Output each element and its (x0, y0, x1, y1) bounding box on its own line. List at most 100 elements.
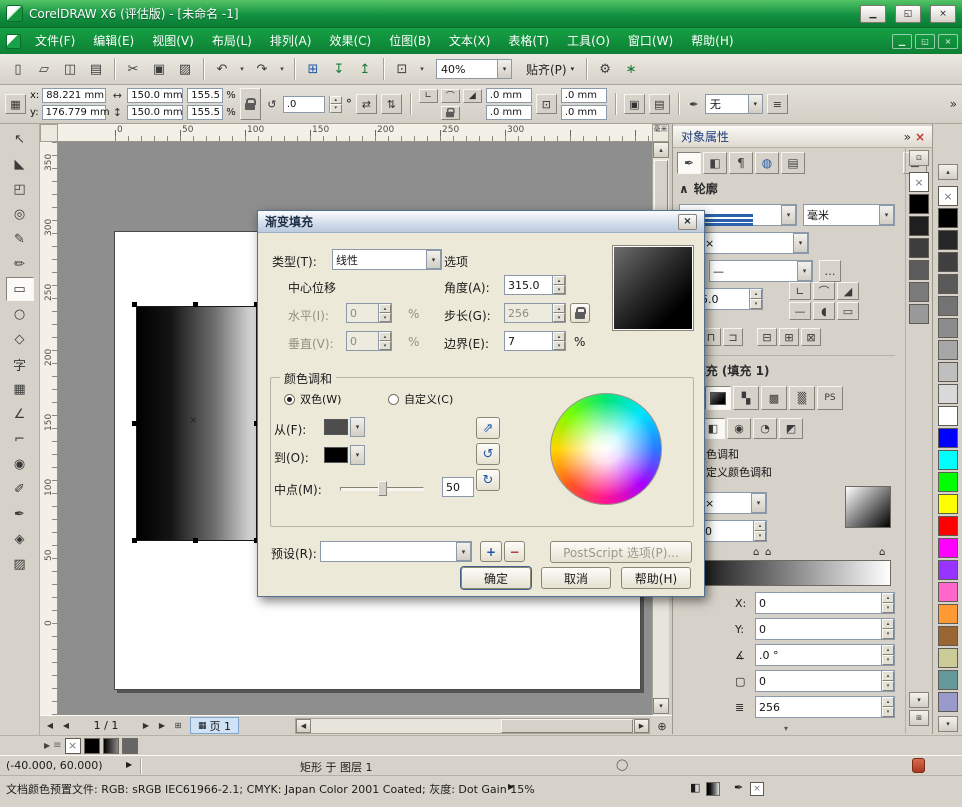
midpoint-field[interactable]: 50 (442, 477, 474, 497)
menu-file[interactable]: 文件(F) (26, 28, 84, 54)
relative-corner-scaling-button[interactable]: ⊡ (536, 94, 557, 114)
scroll-up-button[interactable]: ▴ (653, 142, 669, 158)
fountain-fill-button[interactable] (705, 386, 731, 410)
corner-round-button[interactable]: ⌒ (441, 89, 460, 103)
scroll-left-button[interactable]: ◀ (296, 719, 311, 733)
palette-swatch[interactable] (938, 604, 958, 624)
dropdown-button[interactable]: ▾ (793, 233, 808, 253)
spinner[interactable]: ▴▾ (881, 645, 894, 665)
add-page-button[interactable]: ⊞ (170, 718, 186, 734)
corner-square-button[interactable]: ∟ (419, 89, 438, 103)
next-page-button[interactable]: ▶ (138, 718, 154, 734)
gradient-marker[interactable]: ⌂ (765, 548, 771, 558)
page-tab[interactable]: ▦ 页 1 (190, 717, 239, 734)
menu-table[interactable]: 表格(T) (499, 28, 558, 54)
y-position-field[interactable]: 176.779 mm (42, 105, 106, 120)
palette-swatch[interactable] (909, 260, 929, 280)
menu-view[interactable]: 视图(V) (143, 28, 203, 54)
no-color-swatch[interactable]: × (65, 738, 81, 754)
palette-swatch[interactable] (938, 340, 958, 360)
help-button[interactable]: 帮助(H) (621, 567, 691, 589)
menu-window[interactable]: 窗口(W) (619, 28, 682, 54)
status-flyout-button[interactable]: ▶ (126, 760, 132, 769)
profile-flyout-button[interactable]: ▶ (508, 782, 514, 791)
custom-radio[interactable]: 自定义(C) (388, 391, 453, 407)
outline-behind-fill-button[interactable]: ⊟ (757, 328, 777, 346)
palette-swatch[interactable] (938, 428, 958, 448)
palette-scroll-down-button[interactable]: ▾ (909, 692, 929, 708)
dropdown-button[interactable]: ▾ (350, 445, 365, 465)
spinner[interactable]: ▴▾ (881, 593, 894, 613)
palette-swatch[interactable] (909, 238, 929, 258)
snap-to-button[interactable]: 贴齐(P) ▾ (520, 58, 580, 80)
gradient-preview-bar[interactable] (679, 560, 891, 586)
delete-preset-button[interactable]: − (504, 541, 525, 562)
spinner[interactable]: ▴▾ (881, 671, 894, 691)
palette-swatch[interactable] (938, 362, 958, 382)
gradient-radial-button[interactable]: ◉ (727, 418, 751, 439)
corner-radius-tl-field[interactable]: .0 mm (486, 88, 532, 103)
flip-horizontal-button[interactable]: ⇄ (356, 94, 377, 114)
from-color-combo[interactable]: ▾ (322, 417, 365, 437)
menu-arrange[interactable]: 排列(A) (261, 28, 321, 54)
color-wheel[interactable] (550, 393, 662, 505)
add-preset-button[interactable]: + (480, 541, 502, 562)
zoom-dropdown-button[interactable]: ▾ (497, 59, 512, 79)
horizontal-scroll-thumb[interactable] (501, 719, 633, 733)
docker-menu-button[interactable]: » (904, 130, 911, 144)
wrap-text-button[interactable]: ▣ (624, 94, 645, 114)
print-button[interactable]: ▤ (84, 57, 108, 81)
palette-swatch[interactable] (938, 472, 958, 492)
palette-swatch[interactable] (938, 670, 958, 690)
palette-swatch[interactable] (938, 252, 958, 272)
object-height-field[interactable]: 150.0 mm (127, 105, 183, 120)
docker-tab-paragraph[interactable]: ¶ (729, 152, 753, 174)
outline-style-combo[interactable]: × ▾ (701, 232, 809, 254)
menu-bitmaps[interactable]: 位图(B) (380, 28, 440, 54)
import-button[interactable]: ↧ (327, 57, 351, 81)
preview-dropdown-button[interactable]: ▾ (416, 57, 428, 81)
table-tool[interactable]: ▦ (6, 377, 34, 401)
save-button[interactable]: ◫ (58, 57, 82, 81)
spinner[interactable]: ▴▾ (753, 521, 766, 541)
document-color-swatch[interactable] (122, 738, 138, 754)
text-wrap-style-button[interactable]: ▤ (649, 94, 670, 114)
new-document-button[interactable]: ▯ (6, 57, 30, 81)
palette-swatch[interactable] (938, 626, 958, 646)
shape-tool[interactable]: ◣ (6, 152, 34, 176)
dropdown-button[interactable]: ▾ (350, 417, 365, 437)
dialog-titlebar[interactable]: 渐变填充 × (258, 211, 704, 233)
export-button[interactable]: ↥ (353, 57, 377, 81)
texture-fill-button[interactable]: ▒ (789, 386, 815, 410)
arrowhead-combo[interactable]: — ▾ (709, 260, 813, 282)
pattern-fill-button[interactable]: ▚ (733, 386, 759, 410)
presets-combo[interactable]: ▾ (320, 541, 472, 562)
scroll-down-button[interactable]: ▾ (653, 698, 669, 714)
selection-handle[interactable] (193, 538, 198, 543)
gradient-angle-field[interactable]: .0 ° ▴▾ (755, 644, 895, 666)
dropdown-button[interactable]: ▾ (879, 205, 894, 225)
close-button[interactable]: × (930, 5, 956, 23)
midpoint-slider-thumb[interactable] (378, 481, 387, 496)
page-settings-button[interactable]: ▦ (5, 94, 26, 114)
welcome-screen-button[interactable]: ∗ (619, 57, 643, 81)
redo-dropdown-button[interactable]: ▾ (276, 57, 288, 81)
palette-swatch[interactable] (938, 296, 958, 316)
connector-tool[interactable]: ⌐ (6, 427, 34, 451)
palette-swatch[interactable] (938, 582, 958, 602)
spinner[interactable]: ▴▾ (552, 332, 565, 350)
to-color-combo[interactable]: ▾ (322, 445, 365, 465)
node-position-field[interactable]: 0 ▴▾ (701, 520, 767, 542)
menu-help[interactable]: 帮助(H) (682, 28, 742, 54)
palette-swatch[interactable] (938, 516, 958, 536)
postscript-fill-button[interactable]: PS (817, 386, 843, 410)
steps-lock-button[interactable] (570, 303, 590, 323)
counterclockwise-path-button[interactable]: ↺ (476, 443, 500, 465)
x-position-field[interactable]: 88.221 mm (42, 88, 106, 103)
palette-swatch[interactable] (938, 450, 958, 470)
no-color-swatch[interactable]: × (909, 172, 929, 192)
palette-swatch[interactable] (909, 282, 929, 302)
first-page-button[interactable]: ◀ (42, 718, 58, 734)
pick-tool[interactable]: ↖ (6, 127, 34, 151)
palette-swatch[interactable] (909, 194, 929, 214)
